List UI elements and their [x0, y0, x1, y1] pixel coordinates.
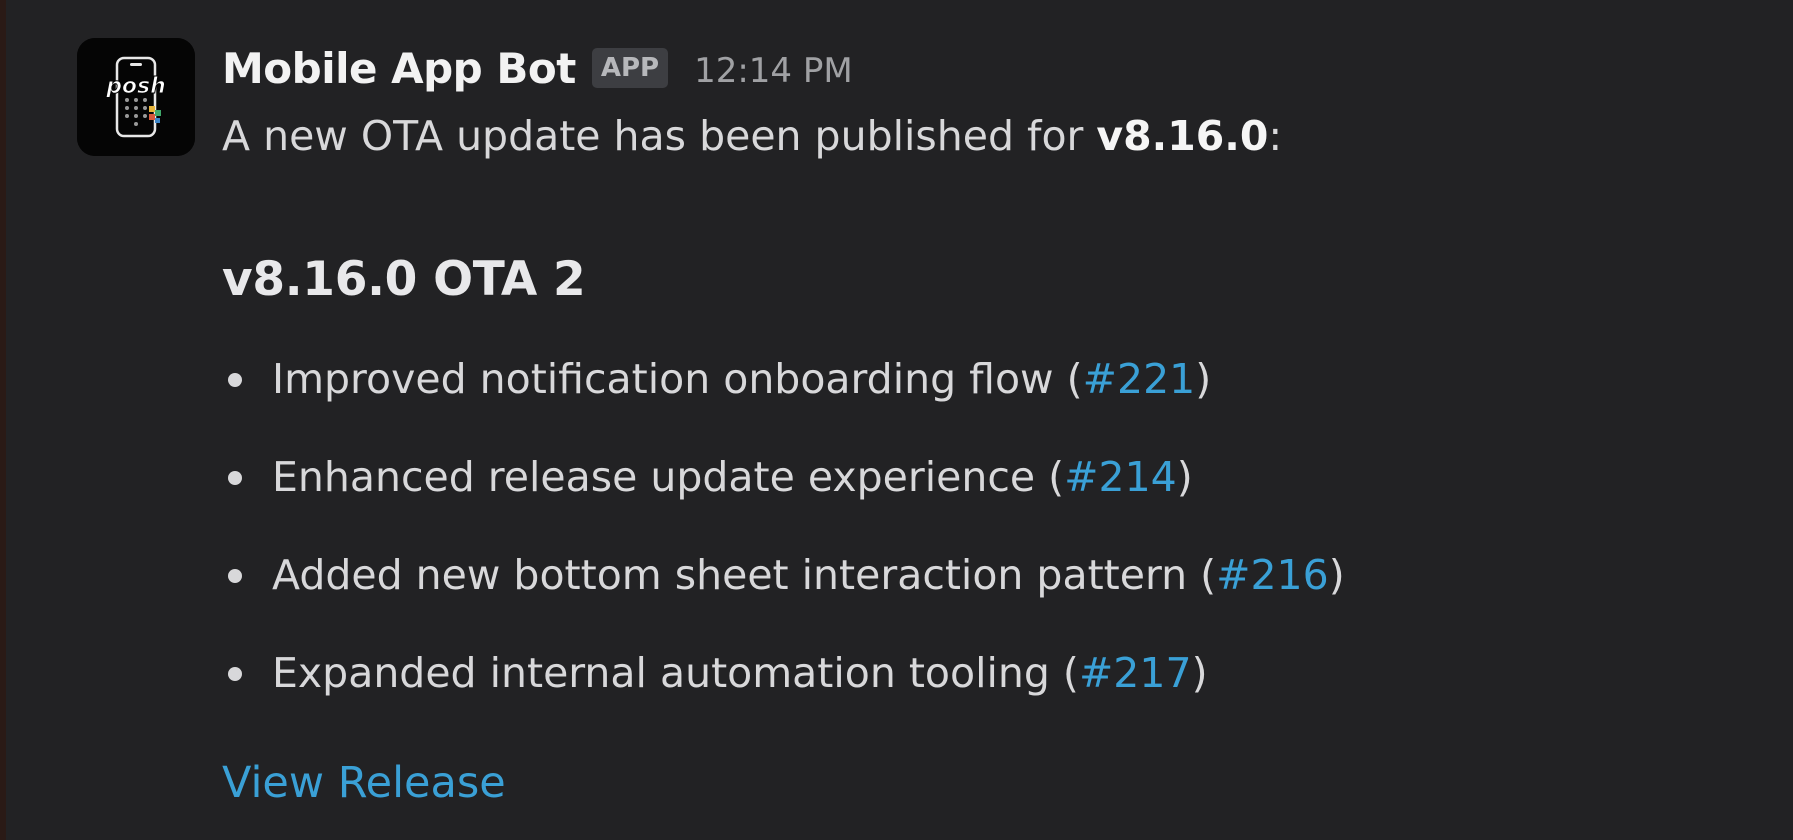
bot-avatar[interactable]: posh	[77, 38, 195, 156]
bullet-icon	[228, 667, 242, 681]
window-edge	[0, 0, 6, 840]
bullet-icon	[228, 471, 242, 485]
bullet-icon	[228, 569, 242, 583]
message-intro: A new OTA update has been published for …	[222, 112, 1282, 160]
list-item: Added new bottom sheet interaction patte…	[222, 550, 1345, 648]
change-close: )	[1195, 355, 1212, 403]
change-text: Expanded internal automation tooling (	[272, 649, 1079, 697]
intro-version: v8.16.0	[1096, 112, 1269, 160]
chat-message: posh Mobile App Bot APP 12:14 PM A new O…	[77, 38, 1757, 838]
list-item: Improved notification onboarding flow (#…	[222, 354, 1345, 452]
change-close: )	[1191, 649, 1208, 697]
phone-app-icon: posh	[77, 38, 195, 156]
release-title: v8.16.0 OTA 2	[222, 252, 586, 307]
list-item: Expanded internal automation tooling (#2…	[222, 648, 1345, 746]
intro-suffix: :	[1268, 112, 1283, 160]
change-close: )	[1328, 551, 1345, 599]
pr-link[interactable]: #221	[1083, 355, 1196, 403]
change-list: Improved notification onboarding flow (#…	[222, 354, 1345, 746]
pr-link[interactable]: #216	[1216, 551, 1329, 599]
sender-name[interactable]: Mobile App Bot	[222, 44, 576, 93]
change-close: )	[1176, 453, 1193, 501]
app-badge: APP	[591, 48, 669, 88]
message-timestamp[interactable]: 12:14 PM	[694, 51, 853, 91]
list-item: Enhanced release update experience (#214…	[222, 452, 1345, 550]
bullet-icon	[228, 373, 242, 387]
change-text: Improved notification onboarding flow (	[272, 355, 1083, 403]
pr-link[interactable]: #217	[1079, 649, 1192, 697]
intro-text: A new OTA update has been published for	[222, 112, 1097, 160]
change-text: Added new bottom sheet interaction patte…	[272, 551, 1217, 599]
avatar-logo-text: posh	[105, 74, 166, 99]
message-header: Mobile App Bot APP 12:14 PM	[222, 38, 853, 98]
view-release-link[interactable]: View Release	[222, 758, 506, 808]
change-text: Enhanced release update experience (	[272, 453, 1065, 501]
pr-link[interactable]: #214	[1064, 453, 1177, 501]
